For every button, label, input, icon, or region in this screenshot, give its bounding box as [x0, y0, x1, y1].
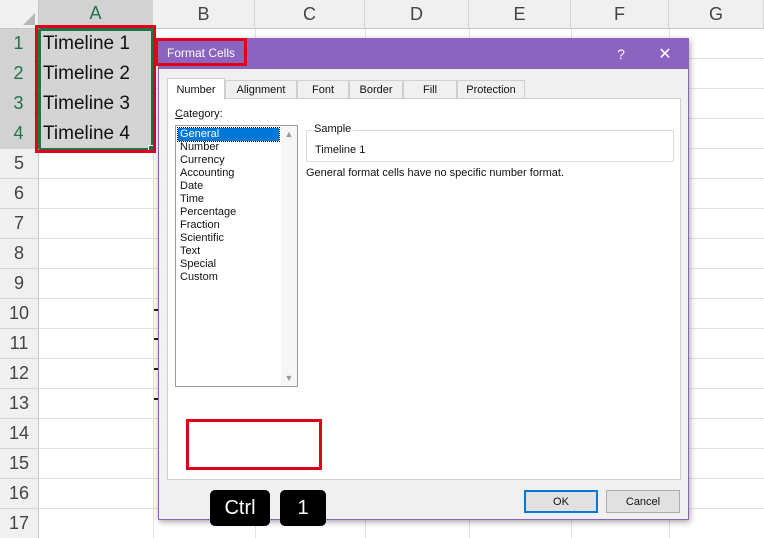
select-all-corner[interactable] — [0, 0, 39, 29]
sample-value: Timeline 1 — [315, 144, 366, 156]
category-item-currency[interactable]: Currency — [178, 154, 279, 167]
row-header-11[interactable]: 11 — [0, 329, 39, 359]
row-header-5[interactable]: 5 — [0, 149, 39, 179]
ctrl-key: Ctrl — [210, 490, 270, 526]
tab-alignment[interactable]: Alignment — [225, 80, 297, 99]
row-header-16[interactable]: 16 — [0, 479, 39, 509]
category-item-date[interactable]: Date — [178, 180, 279, 193]
row-header-10[interactable]: 10 — [0, 299, 39, 329]
category-item-general[interactable]: General — [177, 127, 280, 142]
shortcut-highlight-box — [186, 419, 322, 470]
column-header-c[interactable]: C — [255, 0, 365, 29]
format-description: General format cells have no specific nu… — [306, 167, 565, 179]
tab-border[interactable]: Border — [349, 80, 403, 99]
category-label: Category: — [175, 108, 223, 120]
column-header-f[interactable]: F — [571, 0, 669, 29]
one-key: 1 — [280, 490, 326, 526]
column-header-e[interactable]: E — [469, 0, 571, 29]
tab-number[interactable]: Number — [167, 78, 225, 100]
category-scrollbar[interactable]: ▲ ▼ — [281, 126, 297, 386]
row-header-7[interactable]: 7 — [0, 209, 39, 239]
row-header-12[interactable]: 12 — [0, 359, 39, 389]
ok-button[interactable]: OK — [524, 490, 598, 513]
category-item-fraction[interactable]: Fraction — [178, 219, 279, 232]
category-listbox[interactable]: General Number Currency Accounting Date … — [175, 125, 298, 387]
category-item-accounting[interactable]: Accounting — [178, 167, 279, 180]
category-item-text[interactable]: Text — [178, 245, 279, 258]
row-header-8[interactable]: 8 — [0, 239, 39, 269]
category-item-percentage[interactable]: Percentage — [178, 206, 279, 219]
category-list: General Number Currency Accounting Date … — [177, 127, 280, 284]
title-highlight-box — [155, 38, 247, 66]
close-icon[interactable]: ✕ — [645, 39, 685, 69]
column-header-b[interactable]: B — [153, 0, 255, 29]
tab-protection[interactable]: Protection — [457, 80, 525, 99]
tab-font[interactable]: Font — [297, 80, 349, 99]
sample-label: Sample — [312, 123, 354, 135]
category-item-time[interactable]: Time — [178, 193, 279, 206]
cells-highlight-box — [35, 25, 156, 153]
category-label-accesskey: C — [175, 108, 183, 120]
row-header-15[interactable]: 15 — [0, 449, 39, 479]
row-header-14[interactable]: 14 — [0, 419, 39, 449]
row-header-4[interactable]: 4 — [0, 119, 39, 149]
row-header-17[interactable]: 17 — [0, 509, 39, 538]
cancel-button[interactable]: Cancel — [606, 490, 680, 513]
category-item-custom[interactable]: Custom — [178, 271, 279, 284]
row-header-3[interactable]: 3 — [0, 89, 39, 119]
help-icon[interactable]: ? — [601, 39, 641, 69]
row-header-9[interactable]: 9 — [0, 269, 39, 299]
row-header-1[interactable]: 1 — [0, 29, 39, 59]
scroll-down-arrow-icon[interactable]: ▼ — [281, 370, 297, 386]
category-item-scientific[interactable]: Scientific — [178, 232, 279, 245]
row-header-6[interactable]: 6 — [0, 179, 39, 209]
row-header-13[interactable]: 13 — [0, 389, 39, 419]
tab-fill[interactable]: Fill — [403, 80, 457, 99]
category-label-text: ategory: — [182, 108, 223, 120]
keyboard-shortcut: Ctrl 1 — [205, 485, 336, 531]
row-header-2[interactable]: 2 — [0, 59, 39, 89]
column-header-g[interactable]: G — [669, 0, 764, 29]
scroll-up-arrow-icon[interactable]: ▲ — [281, 126, 297, 142]
column-header-d[interactable]: D — [365, 0, 469, 29]
category-item-special[interactable]: Special — [178, 258, 279, 271]
sample-group: Timeline 1 — [306, 130, 674, 162]
category-item-number[interactable]: Number — [178, 141, 279, 154]
